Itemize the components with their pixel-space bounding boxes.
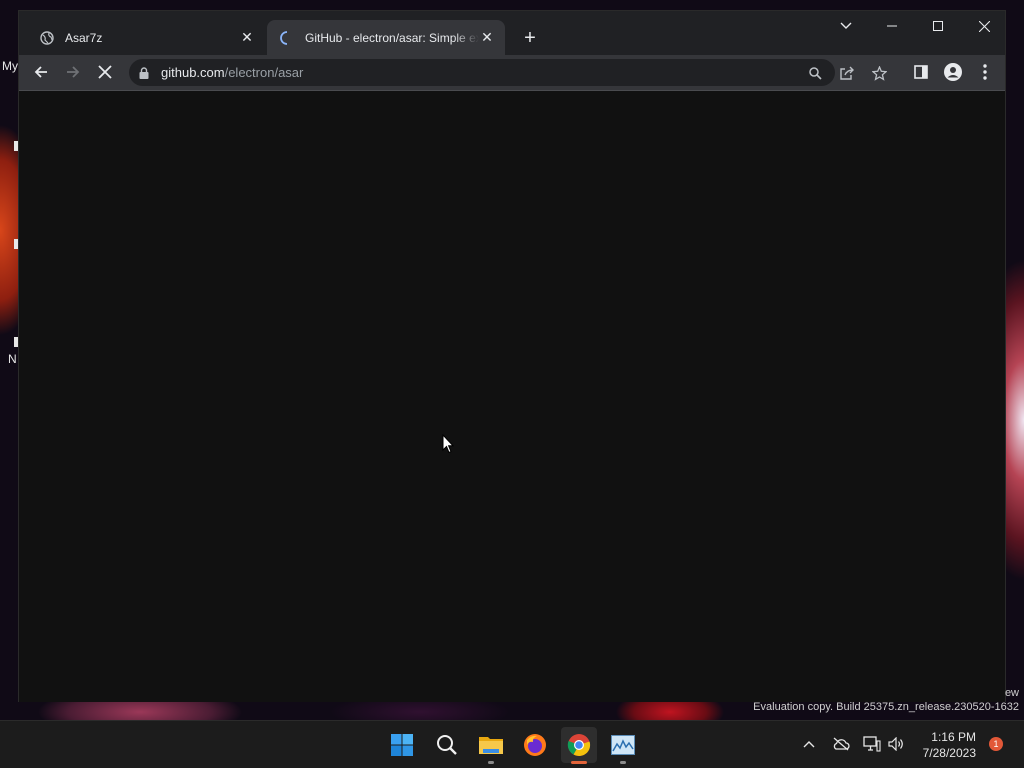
loading-spinner-icon bbox=[279, 30, 295, 46]
tab-github-electron-asar[interactable]: GitHub - electron/asar: Simple extensive… bbox=[267, 20, 505, 55]
cloud-offline-icon bbox=[833, 737, 850, 751]
chevron-up-icon bbox=[803, 741, 815, 748]
taskbar: 1:16 PM 7/28/2023 1 bbox=[0, 720, 1024, 768]
zoom-search-icon[interactable] bbox=[805, 63, 825, 83]
bookmark-star-icon[interactable] bbox=[869, 63, 889, 83]
app-running-indicator bbox=[488, 761, 494, 764]
url-text: github.com/electron/asar bbox=[161, 65, 303, 80]
app-running-indicator bbox=[620, 761, 626, 764]
profile-icon bbox=[944, 63, 962, 81]
side-panel-button[interactable] bbox=[907, 58, 935, 86]
network-status[interactable] bbox=[861, 733, 883, 755]
taskbar-file-explorer[interactable] bbox=[473, 727, 509, 764]
profile-button[interactable] bbox=[939, 58, 967, 86]
side-panel-icon bbox=[914, 65, 928, 79]
chrome-icon bbox=[567, 734, 591, 757]
file-explorer-icon bbox=[479, 737, 503, 754]
watermark-fragment: ew bbox=[1004, 687, 1019, 699]
show-hidden-icons-button[interactable] bbox=[798, 733, 820, 755]
stop-loading-button[interactable] bbox=[91, 58, 119, 86]
new-tab-button[interactable]: + bbox=[519, 27, 541, 49]
start-button[interactable] bbox=[384, 727, 420, 763]
share-icon[interactable] bbox=[837, 63, 857, 83]
close-tab-icon[interactable]: ✕ bbox=[239, 29, 255, 46]
firefox-icon bbox=[524, 734, 546, 756]
browser-window: Asar7z ✕ GitHub - electron/asar: Simple … bbox=[18, 10, 1006, 702]
taskbar-task-manager[interactable] bbox=[605, 727, 641, 764]
minimize-button[interactable] bbox=[869, 11, 915, 41]
taskbar-clock[interactable]: 1:16 PM 7/28/2023 bbox=[923, 729, 976, 761]
desktop-icon-label: N bbox=[8, 352, 17, 366]
clock-date: 7/28/2023 bbox=[922, 746, 976, 760]
start-icon bbox=[391, 734, 413, 756]
lock-icon bbox=[139, 66, 151, 80]
forward-button[interactable] bbox=[59, 58, 87, 86]
chevron-down-icon bbox=[840, 22, 852, 29]
back-arrow-icon bbox=[34, 66, 47, 78]
tab-search-button[interactable] bbox=[823, 11, 869, 41]
maximize-button[interactable] bbox=[915, 11, 961, 41]
close-tab-icon[interactable]: ✕ bbox=[479, 29, 495, 46]
notification-badge[interactable]: 1 bbox=[989, 737, 1003, 751]
stop-icon bbox=[98, 65, 112, 79]
page-content[interactable] bbox=[19, 91, 1005, 702]
minimize-icon bbox=[887, 25, 897, 27]
taskbar-chrome[interactable] bbox=[561, 727, 597, 764]
back-button[interactable] bbox=[27, 58, 55, 86]
evaluation-watermark: Evaluation copy. Build 25375.zn_release.… bbox=[753, 701, 1019, 713]
close-window-button[interactable] bbox=[961, 11, 1007, 41]
close-icon bbox=[978, 20, 990, 32]
menu-button[interactable] bbox=[971, 58, 999, 86]
taskbar-search-button[interactable] bbox=[429, 727, 465, 763]
forward-arrow-icon bbox=[67, 66, 80, 78]
search-icon bbox=[437, 735, 457, 755]
maximize-icon bbox=[933, 21, 943, 31]
speaker-icon bbox=[888, 737, 903, 751]
tab-title: Asar7z bbox=[65, 30, 103, 45]
tab-asar7z[interactable]: Asar7z ✕ bbox=[27, 20, 265, 55]
more-vertical-icon bbox=[983, 64, 987, 80]
app-active-indicator bbox=[571, 761, 587, 764]
onedrive-status[interactable] bbox=[830, 733, 852, 755]
task-manager-icon bbox=[611, 735, 635, 755]
url-path: /electron/asar bbox=[224, 65, 304, 80]
browser-toolbar: github.com/electron/asar bbox=[19, 55, 1005, 91]
globe-icon bbox=[39, 30, 55, 46]
desktop-icon-label: My bbox=[2, 59, 18, 73]
network-icon bbox=[863, 736, 881, 752]
volume-control[interactable] bbox=[885, 733, 907, 755]
taskbar-firefox[interactable] bbox=[517, 727, 553, 763]
tab-title: GitHub - electron/asar: Simple extensive… bbox=[305, 30, 479, 45]
url-domain: github.com bbox=[161, 65, 225, 80]
address-bar[interactable]: github.com/electron/asar bbox=[129, 59, 887, 86]
mouse-cursor-icon bbox=[442, 433, 455, 459]
tab-strip: Asar7z ✕ GitHub - electron/asar: Simple … bbox=[19, 11, 1005, 55]
clock-time: 1:16 PM bbox=[931, 730, 976, 744]
